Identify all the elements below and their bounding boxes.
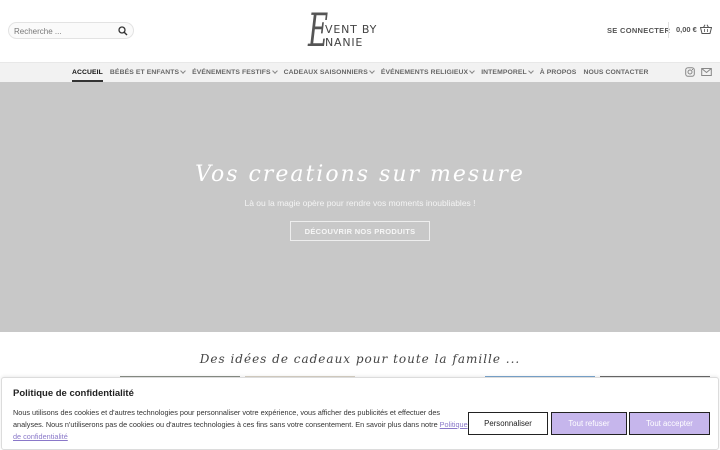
- cart-link[interactable]: 0,00 €: [676, 24, 712, 34]
- cookie-text: Nous utilisons des cookies et d'autres t…: [13, 408, 441, 429]
- hero-banner: Vos creations sur mesure Là ou la magie …: [0, 82, 720, 332]
- chevron-down-icon: [180, 68, 186, 74]
- nav-item-label: À PROPOS: [539, 69, 577, 76]
- section-title: Des idées de cadeaux pour toute la famil…: [199, 352, 521, 366]
- nav-item-label: INTEMPOREL: [481, 69, 527, 76]
- cookie-consent-banner: Politique de confidentialité Nous utilis…: [1, 377, 719, 450]
- nav-item-cadeaux-saisonniers[interactable]: CADEAUX SAISONNIERS: [283, 63, 375, 82]
- nav-item-intemporel[interactable]: INTEMPOREL: [481, 63, 534, 82]
- refuse-all-button[interactable]: Tout refuser: [551, 412, 627, 435]
- customize-button[interactable]: Personnaliser: [468, 412, 548, 435]
- site-logo[interactable]: E VENT BY NANIE: [308, 6, 418, 56]
- discover-products-button[interactable]: DÉCOUVRIR NOS PRODUITS: [290, 221, 430, 241]
- accept-all-button[interactable]: Tout accepter: [629, 412, 710, 435]
- main-nav: ACCUEIL BÉBÉS ET ENFANTS ÉVÉNEMENTS FEST…: [0, 62, 720, 82]
- chevron-down-icon: [469, 68, 476, 74]
- nav-item-label: ACCUEIL: [72, 69, 103, 76]
- search-input[interactable]: [14, 24, 114, 38]
- chevron-down-icon: [527, 68, 534, 74]
- nav-item-evenements-festifs[interactable]: ÉVÉNEMENTS FESTIFS: [192, 63, 278, 82]
- mail-icon[interactable]: [701, 67, 712, 77]
- nav-item-label: ÉVÉNEMENTS FESTIFS: [192, 69, 271, 76]
- login-link[interactable]: SE CONNECTER: [607, 26, 670, 35]
- nav-item-label: NOUS CONTACTER: [583, 69, 649, 76]
- cookie-text-block: Nous utilisons des cookies et d'autres t…: [13, 407, 468, 443]
- cart-total: 0,00 €: [676, 24, 697, 34]
- nav-item-label: ÉVÉNEMENTS RELIGIEUX: [380, 69, 469, 76]
- hero-title: Vos creations sur mesure: [195, 162, 525, 187]
- nav-item-label: BÉBÉS ET ENFANTS: [109, 69, 180, 76]
- nav-item-a-propos[interactable]: À PROPOS: [540, 63, 577, 82]
- logo-text: VENT BY NANIE: [325, 23, 378, 49]
- hero-subtitle: Là ou la magie opère pour rendre vos mom…: [244, 198, 476, 208]
- instagram-icon[interactable]: [685, 67, 695, 77]
- nav-item-bebes-et-enfants[interactable]: BÉBÉS ET ENFANTS: [109, 63, 186, 82]
- nav-item-nous-contacter[interactable]: NOUS CONTACTER: [583, 63, 648, 82]
- search-icon: [118, 26, 128, 36]
- nav-item-accueil[interactable]: ACCUEIL: [72, 63, 103, 82]
- search-box: [8, 22, 134, 39]
- cookie-title: Politique de confidentialité: [13, 388, 134, 399]
- nav-item-evenements-religieux[interactable]: ÉVÉNEMENTS RELIGIEUX: [380, 63, 476, 82]
- chevron-down-icon: [368, 68, 375, 74]
- site-header: E VENT BY NANIE SE CONNECTER 0,00 €: [0, 0, 720, 62]
- header-divider: [668, 22, 669, 38]
- chevron-down-icon: [271, 68, 278, 74]
- nav-item-label: CADEAUX SAISONNIERS: [283, 69, 368, 76]
- nav-items: ACCUEIL BÉBÉS ET ENFANTS ÉVÉNEMENTS FEST…: [72, 63, 656, 82]
- search-button[interactable]: [116, 24, 130, 38]
- basket-icon: [699, 24, 712, 34]
- social-links: [685, 67, 712, 77]
